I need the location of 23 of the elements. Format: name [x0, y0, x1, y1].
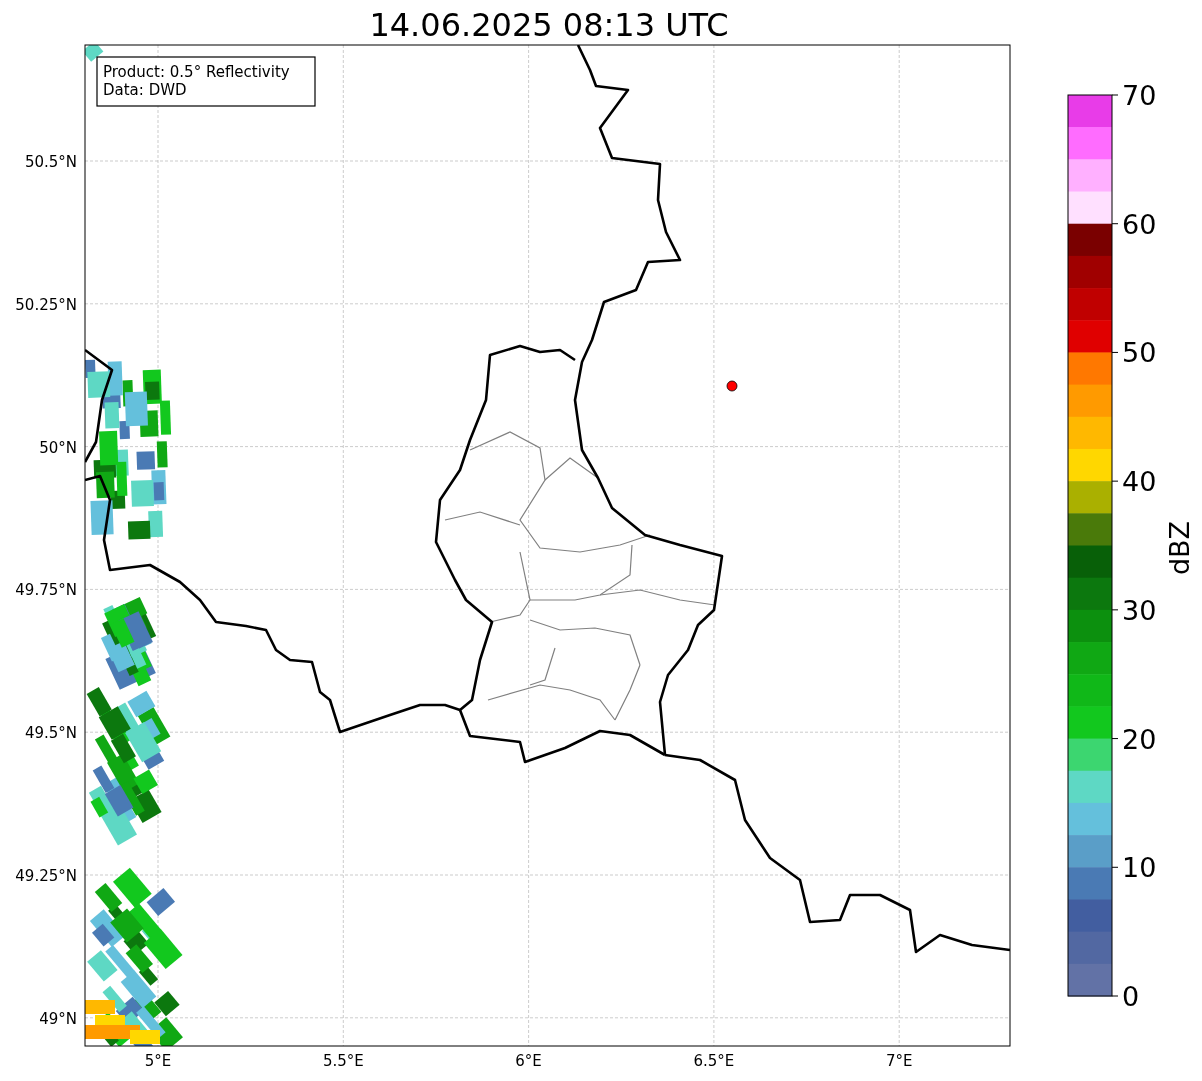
chart-title: 14.06.2025 08:13 UTC: [369, 6, 729, 44]
colorbar-tick-label: 50: [1122, 337, 1157, 369]
colorbar-tick-label: 70: [1122, 80, 1157, 111]
x-tick-label: 6°E: [515, 1052, 542, 1070]
y-tick-label: 50.25°N: [15, 295, 77, 314]
colorbar-tick-label: 0: [1122, 981, 1140, 1012]
info-box: Product: 0.5° Reflectivity Data: DWD: [96, 56, 316, 107]
colorbar-label: dBZ: [1164, 520, 1195, 576]
y-tick-label: 49.25°N: [15, 867, 77, 885]
y-tick-label: 50°N: [39, 438, 77, 457]
colorbar-tick-label: 60: [1122, 208, 1157, 240]
y-tick-label: 49.5°N: [24, 724, 77, 743]
colorbar-tick-label: 30: [1122, 594, 1157, 626]
y-tick-label: 50.5°N: [24, 153, 77, 171]
colorbar-tick-label: 20: [1122, 723, 1157, 755]
x-tick-label: 5°E: [144, 1052, 172, 1070]
x-tick-label: 5.5°E: [322, 1052, 364, 1070]
x-tick-label: 6.5°E: [693, 1052, 735, 1070]
y-tick-label: 49.75°N: [15, 581, 77, 600]
colorbar-tick-label: 10: [1122, 852, 1157, 884]
colorbar-tick-label: 40: [1122, 466, 1157, 498]
x-tick-label: 7°E: [885, 1052, 913, 1070]
y-tick-label: 49°N: [39, 1009, 77, 1028]
